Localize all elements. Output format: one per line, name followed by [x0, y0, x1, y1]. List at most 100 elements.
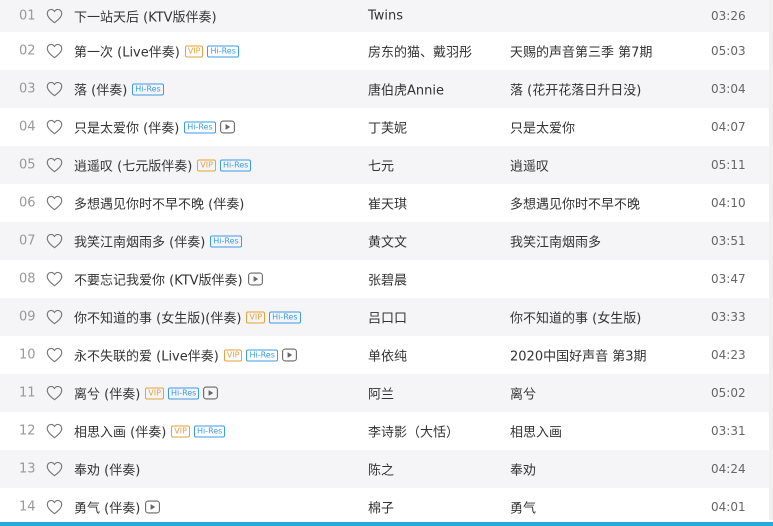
song-title[interactable]: 你不知道的事 (女生版)(伴奏) VIP Hi-Res: [74, 308, 301, 327]
play-video-icon[interactable]: [281, 348, 297, 362]
song-title-text: 多想遇见你时不早不晚 (伴奏): [74, 197, 245, 213]
song-row-10[interactable]: 10 永不失联的爱 (Live伴奏) VIP Hi-Res 单依纯 2020中国好…: [0, 336, 773, 374]
like-button[interactable]: [45, 118, 63, 136]
song-title-text: 下一站天后 (KTV版伴奏): [74, 10, 217, 26]
like-button[interactable]: [45, 80, 63, 98]
heart-outline-icon: [46, 8, 62, 24]
like-button[interactable]: [45, 346, 63, 364]
like-button[interactable]: [45, 232, 63, 250]
song-artist[interactable]: 七元: [368, 156, 394, 175]
song-album[interactable]: 你不知道的事 (女生版): [510, 308, 641, 327]
play-video-icon[interactable]: [145, 500, 161, 514]
song-artist[interactable]: 唐伯虎Annie: [368, 80, 444, 99]
song-title[interactable]: 下一站天后 (KTV版伴奏): [74, 7, 218, 26]
song-album[interactable]: 我笑江南烟雨多: [510, 232, 601, 251]
song-title[interactable]: 相思入画 (伴奏) VIP Hi-Res: [74, 422, 226, 441]
song-artist[interactable]: 丁芙妮: [368, 118, 407, 137]
song-title[interactable]: 不要忘记我爱你 (KTV版伴奏): [74, 270, 263, 289]
song-artist[interactable]: 黄文文: [368, 232, 407, 251]
song-row-11[interactable]: 11 离兮 (伴奏) VIP Hi-Res 阿兰 离兮 05:02: [0, 374, 773, 412]
like-button[interactable]: [45, 422, 63, 440]
song-row-05[interactable]: 05 逍遥叹 (七元版伴奏) VIP Hi-Res 七元 逍遥叹 05:11: [0, 146, 773, 184]
like-button[interactable]: [45, 308, 63, 326]
song-artist[interactable]: 单依纯: [368, 346, 407, 365]
song-index: 02: [19, 43, 36, 59]
song-title-text: 只是太爱你 (伴奏): [74, 121, 180, 137]
song-index: 14: [19, 499, 36, 515]
song-artist[interactable]: 棉子: [368, 498, 394, 517]
song-title[interactable]: 逍遥叹 (七元版伴奏) VIP Hi-Res: [74, 156, 252, 175]
hires-badge: Hi-Res: [210, 235, 242, 247]
like-button[interactable]: [45, 194, 63, 212]
heart-outline-icon: [46, 309, 62, 325]
song-title-text: 相思入画 (伴奏): [74, 425, 167, 441]
song-album[interactable]: 相思入画: [510, 422, 562, 441]
song-artist[interactable]: 崔天琪: [368, 194, 407, 213]
song-title[interactable]: 永不失联的爱 (Live伴奏) VIP Hi-Res: [74, 346, 297, 365]
hires-badge: Hi-Res: [219, 159, 252, 171]
play-video-icon[interactable]: [219, 120, 235, 134]
song-title[interactable]: 第一次 (Live伴奏) VIP Hi-Res: [74, 42, 239, 61]
like-button[interactable]: [45, 460, 63, 478]
song-title-text: 不要忘记我爱你 (KTV版伴奏): [74, 273, 243, 289]
song-row-03[interactable]: 03 落 (伴奏) Hi-Res 唐伯虎Annie 落 (花开花落日升日没) 0…: [0, 70, 773, 108]
like-button[interactable]: [45, 42, 63, 60]
song-duration: 03:33: [711, 310, 746, 324]
song-list: 01 下一站天后 (KTV版伴奏) Twins 03:26 02 第一次 (Li…: [0, 0, 773, 526]
like-button[interactable]: [45, 156, 63, 174]
play-video-icon[interactable]: [247, 272, 263, 286]
song-artist[interactable]: 房东的猫、戴羽彤: [368, 42, 472, 61]
song-row-08[interactable]: 08 不要忘记我爱你 (KTV版伴奏) 张碧晨 03:47: [0, 260, 773, 298]
scrollbar-track[interactable]: [769, 0, 773, 520]
heart-outline-icon: [46, 43, 62, 59]
song-row-01[interactable]: 01 下一站天后 (KTV版伴奏) Twins 03:26: [0, 0, 773, 32]
song-duration: 03:31: [711, 424, 746, 438]
song-row-06[interactable]: 06 多想遇见你时不早不晚 (伴奏) 崔天琪 多想遇见你时不早不晚 04:10: [0, 184, 773, 222]
song-album[interactable]: 多想遇见你时不早不晚: [510, 194, 640, 213]
like-button[interactable]: [45, 7, 63, 25]
song-artist[interactable]: 张碧晨: [368, 270, 407, 289]
song-row-14[interactable]: 14 勇气 (伴奏) 棉子 勇气 04:01: [0, 488, 773, 526]
song-album[interactable]: 只是太爱你: [510, 118, 575, 137]
song-row-12[interactable]: 12 相思入画 (伴奏) VIP Hi-Res 李诗影（大恬） 相思入画 03:3…: [0, 412, 773, 450]
song-title[interactable]: 奉劝 (伴奏): [74, 460, 141, 479]
song-duration: 04:24: [711, 462, 746, 476]
play-video-icon[interactable]: [203, 386, 219, 400]
song-album[interactable]: 奉劝: [510, 460, 536, 479]
heart-outline-icon: [46, 195, 62, 211]
song-album[interactable]: 离兮: [510, 384, 536, 403]
heart-outline-icon: [46, 423, 62, 439]
song-title-text: 第一次 (Live伴奏): [74, 45, 180, 61]
song-index: 09: [19, 309, 36, 325]
song-duration: 05:02: [711, 386, 746, 400]
hires-badge: Hi-Res: [269, 311, 301, 323]
song-title[interactable]: 多想遇见你时不早不晚 (伴奏): [74, 194, 245, 213]
like-button[interactable]: [45, 270, 63, 288]
like-button[interactable]: [45, 498, 63, 516]
heart-outline-icon: [46, 81, 62, 97]
song-artist[interactable]: 李诗影（大恬）: [368, 422, 459, 441]
song-title[interactable]: 我笑江南烟雨多 (伴奏) Hi-Res: [74, 232, 242, 251]
song-row-04[interactable]: 04 只是太爱你 (伴奏) Hi-Res 丁芙妮 只是太爱你 04:07: [0, 108, 773, 146]
song-row-07[interactable]: 07 我笑江南烟雨多 (伴奏) Hi-Res 黄文文 我笑江南烟雨多 03:51: [0, 222, 773, 260]
vip-badge: VIP: [246, 311, 266, 323]
like-button[interactable]: [45, 384, 63, 402]
song-album[interactable]: 2020中国好声音 第3期: [510, 346, 647, 365]
song-title[interactable]: 离兮 (伴奏) VIP Hi-Res: [74, 384, 219, 403]
song-artist[interactable]: Twins: [368, 9, 403, 24]
song-artist[interactable]: 阿兰: [368, 384, 394, 403]
vip-badge: VIP: [171, 425, 190, 437]
song-album[interactable]: 勇气: [510, 498, 536, 517]
song-row-09[interactable]: 09 你不知道的事 (女生版)(伴奏) VIP Hi-Res 吕口口 你不知道的事…: [0, 298, 773, 336]
song-album[interactable]: 天赐的声音第三季 第7期: [510, 42, 652, 61]
song-artist[interactable]: 吕口口: [368, 308, 407, 327]
song-title[interactable]: 只是太爱你 (伴奏) Hi-Res: [74, 118, 235, 137]
song-row-02[interactable]: 02 第一次 (Live伴奏) VIP Hi-Res 房东的猫、戴羽彤 天赐的声音…: [0, 32, 773, 70]
song-album[interactable]: 落 (花开花落日升日没): [510, 80, 641, 99]
song-title-text: 勇气 (伴奏): [74, 501, 141, 517]
song-album[interactable]: 逍遥叹: [510, 156, 549, 175]
song-row-13[interactable]: 13 奉劝 (伴奏) 陈之 奉劝 04:24: [0, 450, 773, 488]
song-title[interactable]: 勇气 (伴奏): [74, 498, 161, 517]
song-title[interactable]: 落 (伴奏) Hi-Res: [74, 80, 164, 99]
song-artist[interactable]: 陈之: [368, 460, 394, 479]
